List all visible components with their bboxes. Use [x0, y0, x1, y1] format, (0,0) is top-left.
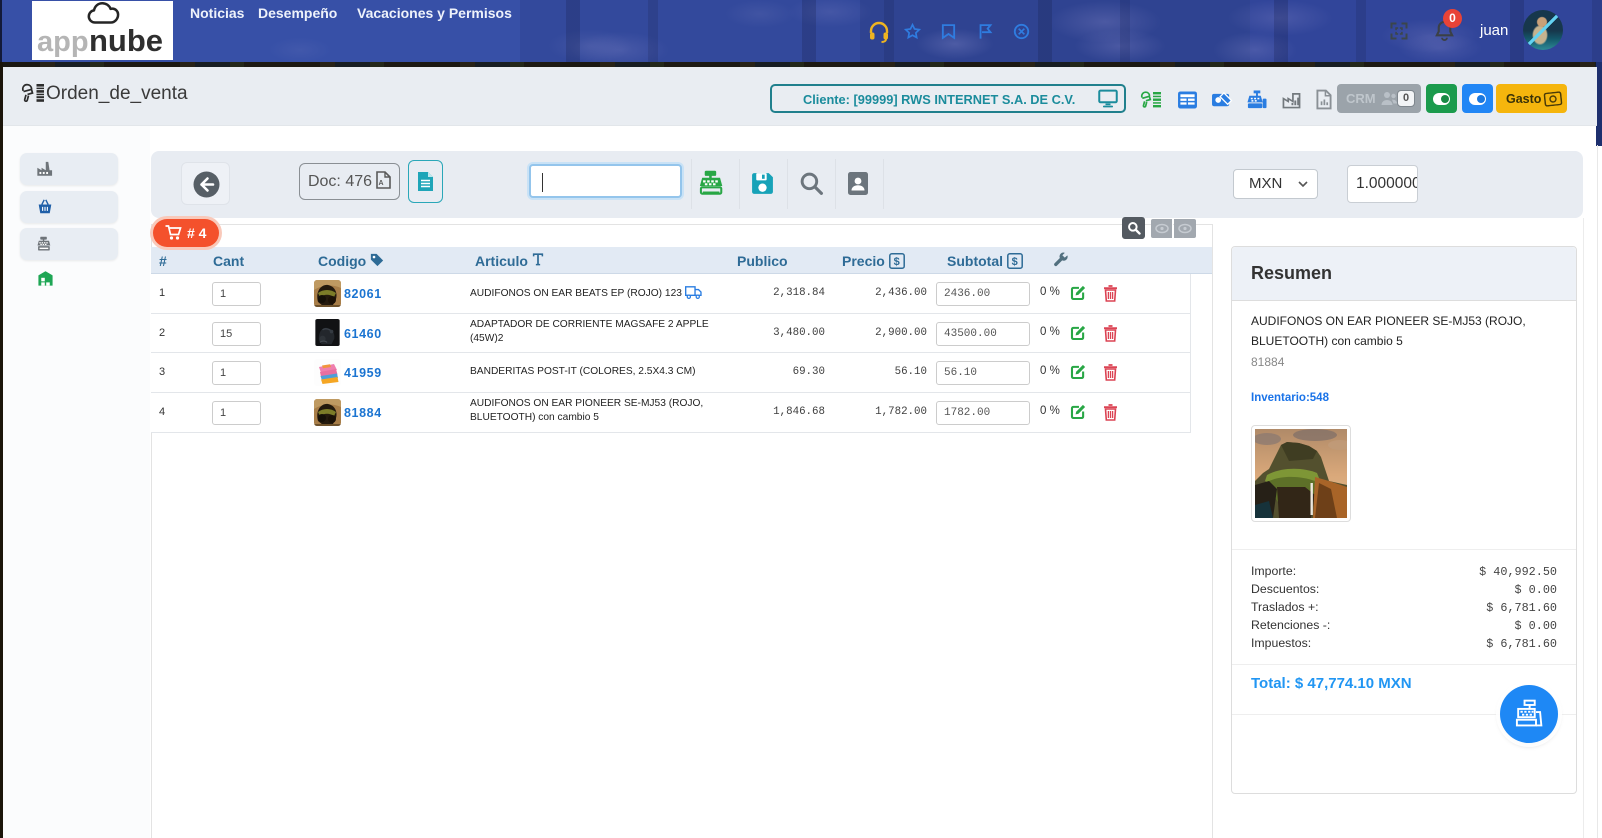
- svg-text:nube: nube: [89, 23, 163, 58]
- svg-text:$: $: [1012, 256, 1018, 268]
- svg-text:$: $: [894, 256, 900, 268]
- svg-text:app: app: [37, 26, 89, 58]
- svg-text:A: A: [379, 180, 384, 187]
